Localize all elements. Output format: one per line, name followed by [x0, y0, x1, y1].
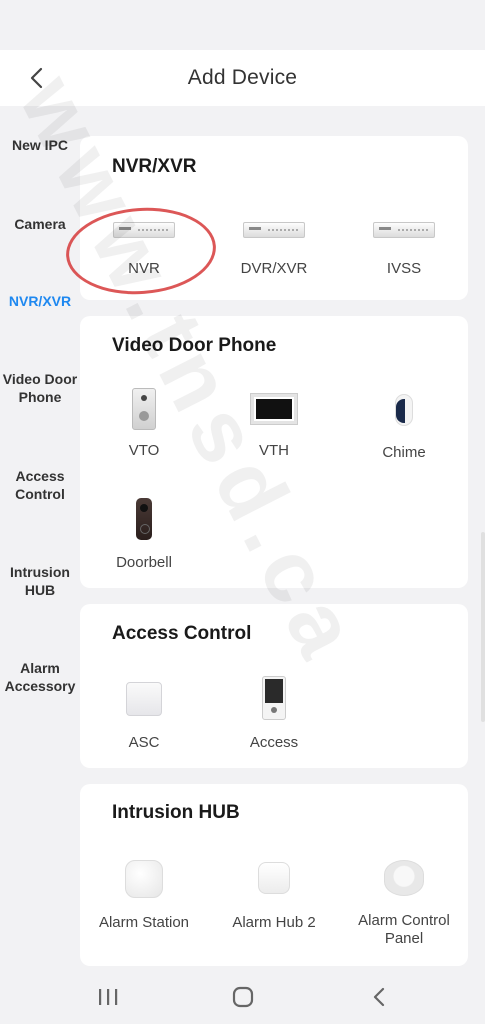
section-title: Intrusion HUB — [112, 802, 240, 823]
device-vth[interactable]: VTH — [210, 394, 338, 460]
device-chime[interactable]: Chime — [340, 394, 468, 462]
device-asc[interactable]: ASC — [80, 682, 208, 752]
alarm-panel-icon — [384, 860, 424, 896]
device-label: Alarm Station — [98, 914, 190, 931]
alarm-station-icon — [125, 860, 163, 898]
app-header: Add Device — [0, 50, 485, 106]
device-access[interactable]: Access — [210, 676, 338, 752]
device-doorbell[interactable]: Doorbell — [80, 498, 208, 572]
system-nav-bar — [0, 968, 485, 1024]
asc-device-icon — [126, 682, 162, 716]
sidebar-item-video-door-phone[interactable]: Video Door Phone — [0, 370, 80, 406]
recent-apps-icon[interactable] — [93, 982, 123, 1012]
nvr-device-icon — [113, 222, 175, 238]
section-card-nvr-xvr: NVR/XVR NVR DVR/XVR IVSS — [80, 136, 468, 300]
device-label: VTO — [128, 442, 160, 459]
device-label: IVSS — [386, 260, 422, 277]
sidebar-item-access-control[interactable]: Access Control — [0, 467, 80, 503]
sidebar-item-nvr-xvr[interactable]: NVR/XVR — [0, 292, 80, 310]
device-dvr-xvr[interactable]: DVR/XVR — [210, 222, 338, 278]
device-label: Access — [249, 734, 299, 751]
category-sidebar: New IPC Camera NVR/XVR Video Door Phone … — [0, 106, 80, 966]
device-label: Alarm Hub 2 — [232, 914, 316, 931]
section-title: NVR/XVR — [112, 156, 197, 177]
section-title: Access Control — [112, 623, 252, 644]
device-alarm-control-panel[interactable]: Alarm Control Panel — [342, 860, 466, 948]
ivss-device-icon — [373, 222, 435, 238]
section-title: Video Door Phone — [112, 335, 277, 356]
sidebar-item-camera[interactable]: Camera — [0, 215, 80, 233]
device-alarm-hub-2[interactable]: Alarm Hub 2 — [210, 862, 338, 932]
device-label: Chime — [382, 444, 426, 461]
vth-device-icon — [251, 394, 297, 424]
device-label: VTH — [259, 442, 289, 459]
back-icon[interactable] — [364, 982, 394, 1012]
section-card-video-door-phone: Video Door Phone VTO VTH Chime Doorbell — [80, 316, 468, 588]
access-device-icon — [262, 676, 286, 720]
device-label: ASC — [128, 734, 160, 751]
home-icon[interactable] — [228, 982, 258, 1012]
status-bar — [0, 0, 485, 50]
device-label: DVR/XVR — [240, 260, 308, 277]
scrollbar[interactable] — [481, 532, 485, 722]
alarm-hub-icon — [258, 862, 290, 894]
doorbell-device-icon — [136, 498, 152, 540]
chime-device-icon — [395, 394, 413, 426]
device-label: NVR — [128, 260, 160, 277]
device-vto[interactable]: VTO — [80, 388, 208, 460]
chevron-left-icon[interactable] — [22, 64, 50, 92]
sidebar-item-intrusion-hub[interactable]: Intrusion HUB — [0, 563, 80, 599]
device-label: Doorbell — [116, 554, 172, 571]
device-alarm-station[interactable]: Alarm Station — [80, 860, 208, 932]
device-nvr[interactable]: NVR — [80, 222, 208, 278]
section-card-intrusion-hub: Intrusion HUB Alarm Station Alarm Hub 2 … — [80, 784, 468, 966]
section-card-access-control: Access Control ASC Access — [80, 604, 468, 768]
device-label: Alarm Control Panel — [358, 912, 450, 947]
sidebar-item-new-ipc[interactable]: New IPC — [0, 136, 80, 154]
dvr-device-icon — [243, 222, 305, 238]
vto-device-icon — [132, 388, 156, 430]
page-title: Add Device — [187, 66, 298, 89]
sidebar-item-alarm-accessory[interactable]: Alarm Accessory — [0, 659, 80, 695]
device-ivss[interactable]: IVSS — [340, 222, 468, 278]
